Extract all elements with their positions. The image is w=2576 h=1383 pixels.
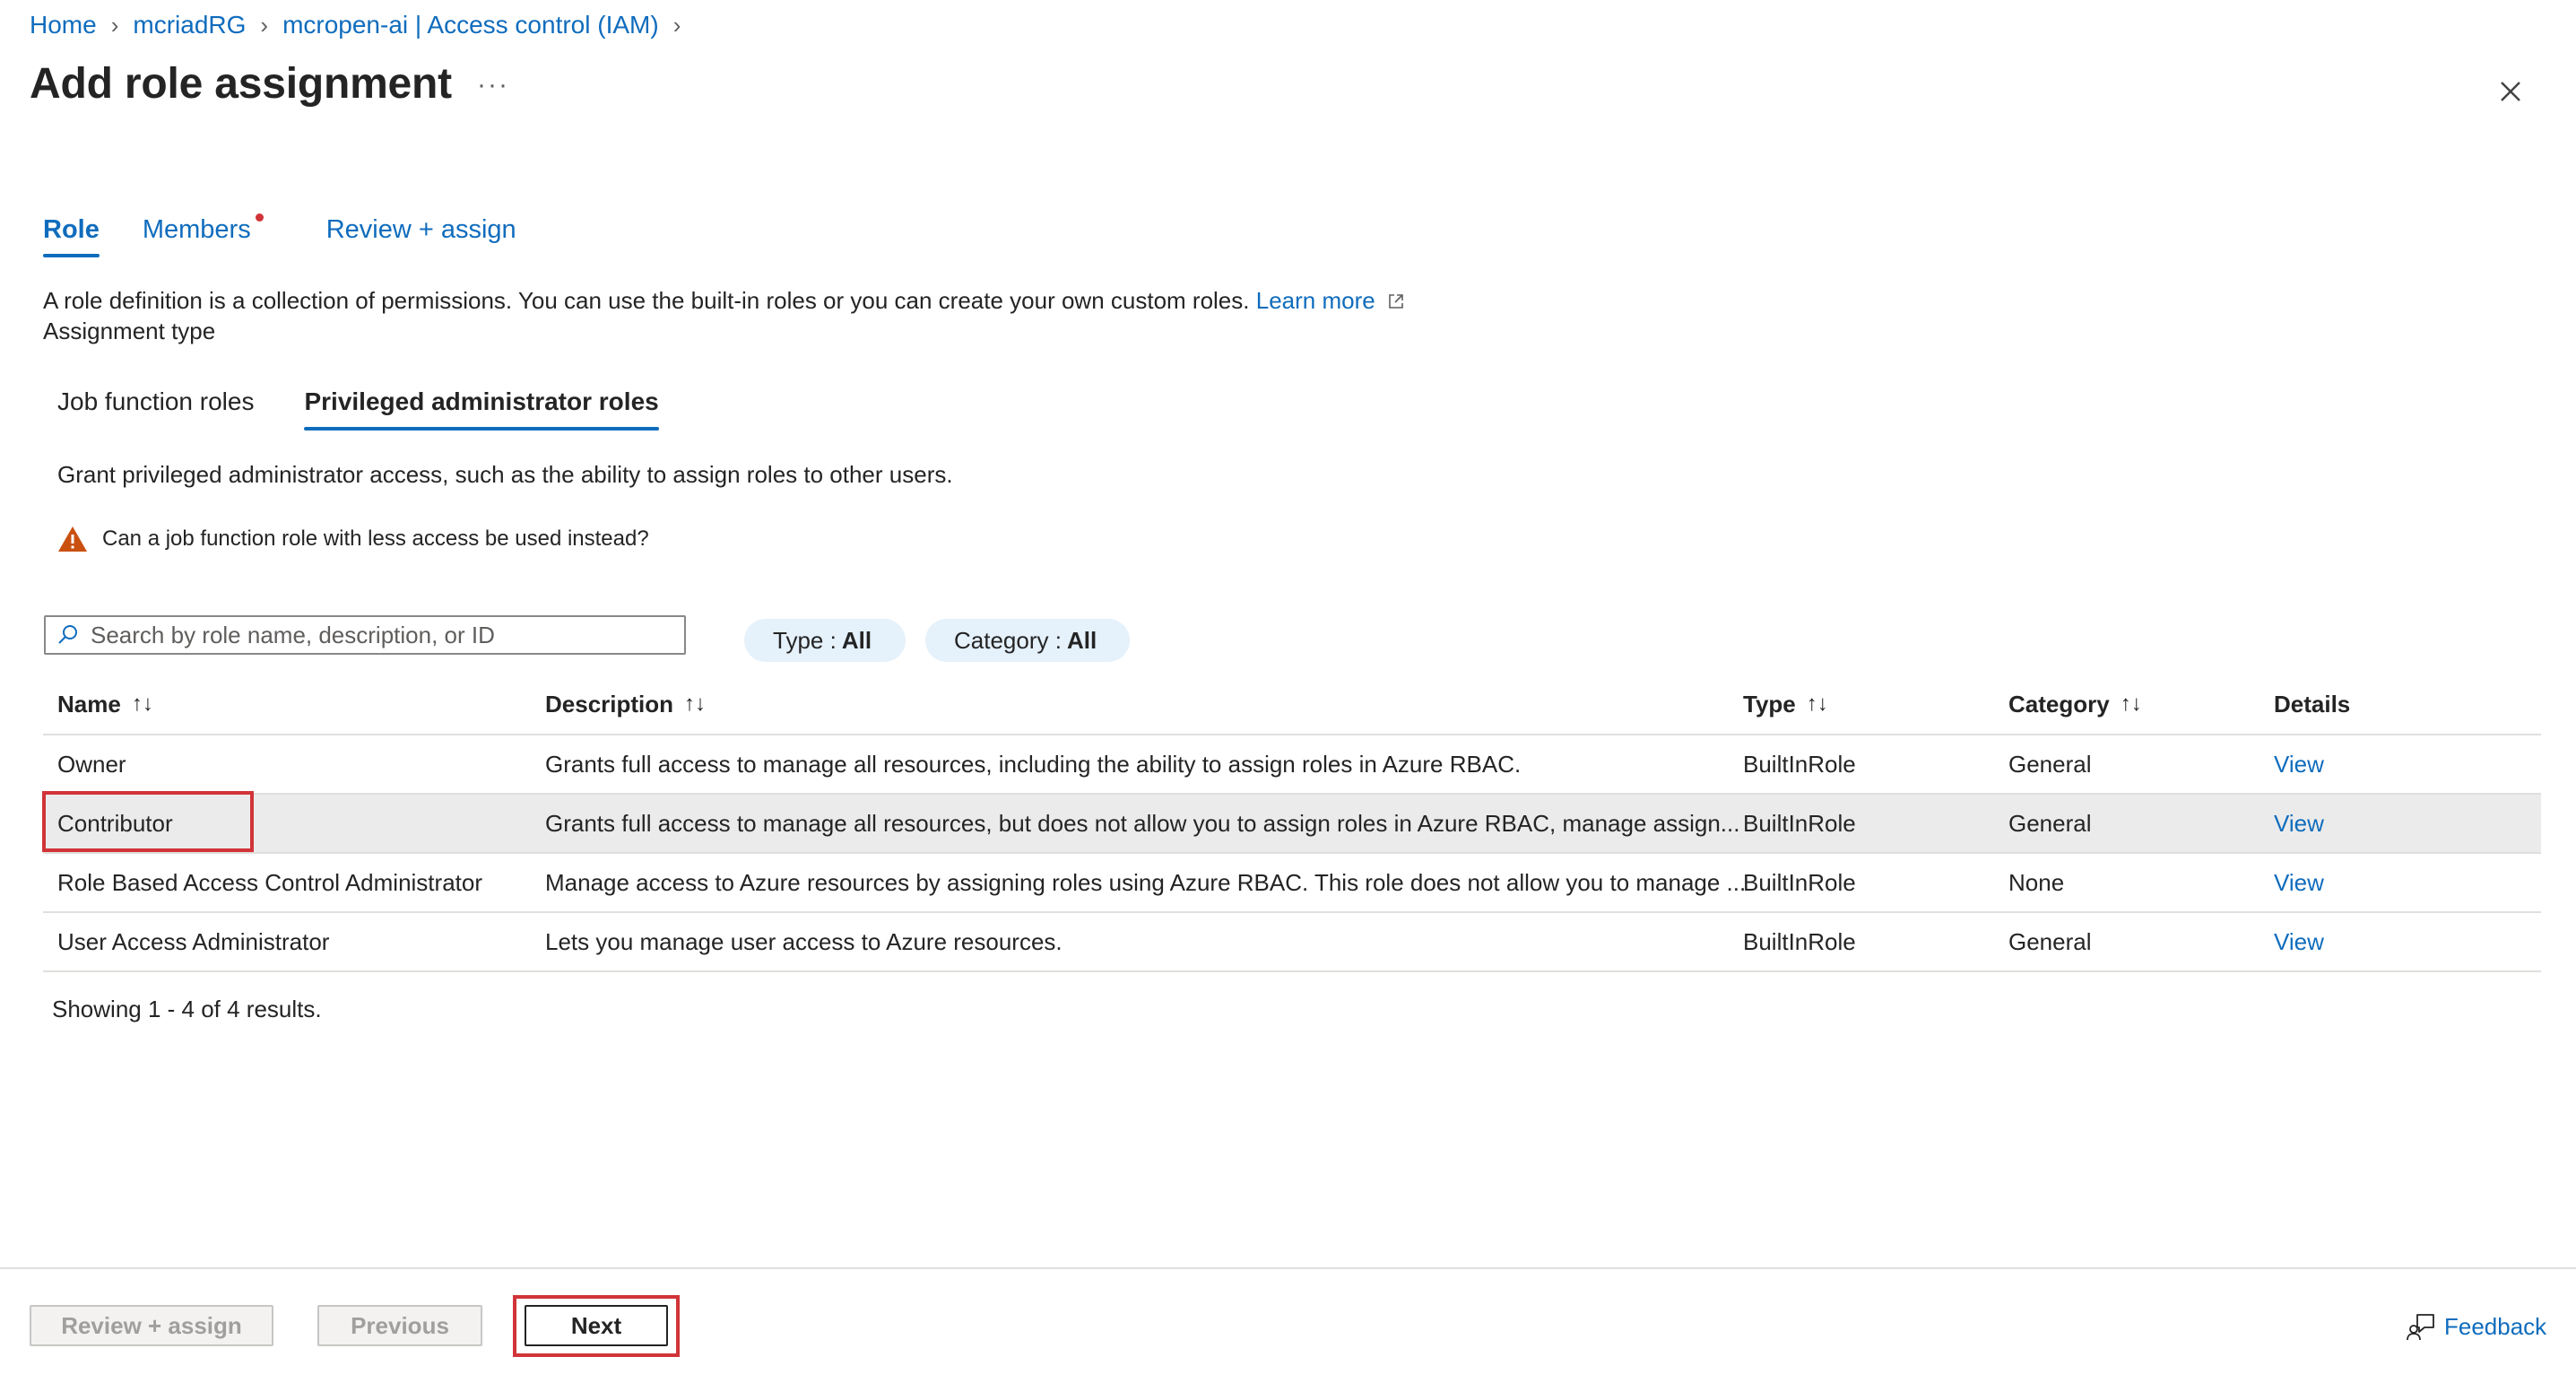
next-button[interactable]: Next <box>525 1305 668 1346</box>
privileged-description: Grant privileged administrator access, s… <box>57 461 953 488</box>
chevron-right-icon: › <box>260 11 269 39</box>
table-row[interactable]: Role Based Access Control Administrator … <box>43 854 2541 913</box>
close-icon <box>2501 82 2520 101</box>
type-filter-label: Type : <box>773 626 837 654</box>
sort-icon: ↑↓ <box>131 692 153 716</box>
role-description: Lets you manage user access to Azure res… <box>545 927 1062 955</box>
role-definition-text: A role definition is a collection of per… <box>43 287 1250 314</box>
column-name-label: Name <box>57 690 121 718</box>
table-row[interactable]: Contributor Grants full access to manage… <box>43 795 2541 854</box>
tab-members[interactable]: Members <box>142 213 264 257</box>
breadcrumb-access-control[interactable]: mcropen-ai | Access control (IAM) <box>282 11 659 39</box>
external-link-icon <box>1389 294 1403 309</box>
type-filter[interactable]: Type : All <box>744 619 906 662</box>
column-category-label: Category <box>2008 690 2110 718</box>
tab-review-assign[interactable]: Review + assign <box>326 215 516 257</box>
breadcrumb-home[interactable]: Home <box>30 11 97 39</box>
assignment-type-tabs: Job function roles Privileged administra… <box>57 387 709 431</box>
role-name: Contributor <box>57 809 173 837</box>
sort-icon: ↑↓ <box>1806 692 1828 716</box>
tab-job-function-roles[interactable]: Job function roles <box>57 387 254 431</box>
role-category: General <box>2008 809 2092 837</box>
table-row[interactable]: User Access Administrator Lets you manag… <box>43 913 2541 972</box>
close-button[interactable] <box>2489 70 2532 113</box>
required-dot-icon <box>255 213 264 222</box>
chevron-right-icon: › <box>672 11 681 39</box>
column-type-label: Type <box>1743 690 1796 718</box>
result-count: Showing 1 - 4 of 4 results. <box>52 996 322 1022</box>
chevron-right-icon: › <box>110 11 119 39</box>
sort-icon: ↑↓ <box>2120 692 2142 716</box>
more-options-icon[interactable]: ··· <box>477 70 509 100</box>
view-details-link[interactable]: View <box>2274 854 2453 911</box>
column-header-type[interactable]: Type ↑↓ <box>1743 674 1976 734</box>
breadcrumb: Home › mcriadRG › mcropen-ai | Access co… <box>30 11 695 39</box>
category-filter[interactable]: Category : All <box>925 619 1130 662</box>
feedback-link[interactable]: Feedback <box>2407 1311 2546 1342</box>
search-icon <box>58 625 77 644</box>
tab-privileged-administrator-roles[interactable]: Privileged administrator roles <box>304 387 659 431</box>
previous-button[interactable]: Previous <box>317 1305 482 1346</box>
column-description-label: Description <box>545 690 674 718</box>
search-box <box>44 615 686 655</box>
column-header-details: Details <box>2274 690 2351 718</box>
warning-message: Can a job function role with less access… <box>57 526 649 552</box>
role-category: None <box>2008 868 2065 896</box>
role-type: BuiltInRole <box>1743 868 1856 896</box>
footer-divider <box>0 1267 2576 1269</box>
role-description: Grants full access to manage all resourc… <box>545 750 1522 778</box>
feedback-label: Feedback <box>2444 1312 2547 1340</box>
role-category: General <box>2008 750 2092 778</box>
page-title: Add role assignment <box>30 60 452 108</box>
table-row[interactable]: Owner Grants full access to manage all r… <box>43 735 2541 795</box>
column-header-name[interactable]: Name ↑↓ <box>57 674 524 734</box>
review-assign-button[interactable]: Review + assign <box>30 1305 273 1346</box>
role-type: BuiltInRole <box>1743 927 1856 955</box>
feedback-icon <box>2407 1314 2434 1341</box>
learn-more-label: Learn more <box>1255 287 1375 314</box>
role-type: BuiltInRole <box>1743 809 1856 837</box>
role-type: BuiltInRole <box>1743 750 1856 778</box>
search-input[interactable] <box>89 620 666 650</box>
warning-text: Can a job function role with less access… <box>102 526 649 551</box>
column-header-description[interactable]: Description ↑↓ <box>545 674 1756 734</box>
learn-more-link[interactable]: Learn more <box>1256 287 1405 314</box>
warning-icon <box>58 526 87 552</box>
view-details-link[interactable]: View <box>2274 795 2453 852</box>
wizard-tabs: Role Members Review + assign <box>43 213 516 257</box>
role-definition-description: A role definition is a collection of per… <box>43 287 1405 315</box>
column-header-category[interactable]: Category ↑↓ <box>2008 674 2242 734</box>
category-filter-value: All <box>1066 626 1097 654</box>
roles-table: Name ↑↓ Description ↑↓ Type ↑↓ Category … <box>43 674 2541 972</box>
role-category: General <box>2008 927 2092 955</box>
role-name: User Access Administrator <box>57 927 330 955</box>
table-header: Name ↑↓ Description ↑↓ Type ↑↓ Category … <box>43 674 2541 735</box>
assignment-type-label: Assignment type <box>43 317 216 344</box>
tab-role[interactable]: Role <box>43 215 100 257</box>
category-filter-label: Category : <box>954 626 1062 654</box>
role-name: Role Based Access Control Administrator <box>57 868 482 896</box>
role-description: Manage access to Azure resources by assi… <box>545 868 1747 896</box>
view-details-link[interactable]: View <box>2274 735 2453 793</box>
role-name: Owner <box>57 750 126 778</box>
breadcrumb-resource-group[interactable]: mcriadRG <box>133 11 246 39</box>
tab-members-label: Members <box>142 215 251 244</box>
role-description: Grants full access to manage all resourc… <box>545 809 1740 837</box>
view-details-link[interactable]: View <box>2274 913 2453 970</box>
type-filter-value: All <box>841 626 872 654</box>
sort-icon: ↑↓ <box>684 692 707 716</box>
